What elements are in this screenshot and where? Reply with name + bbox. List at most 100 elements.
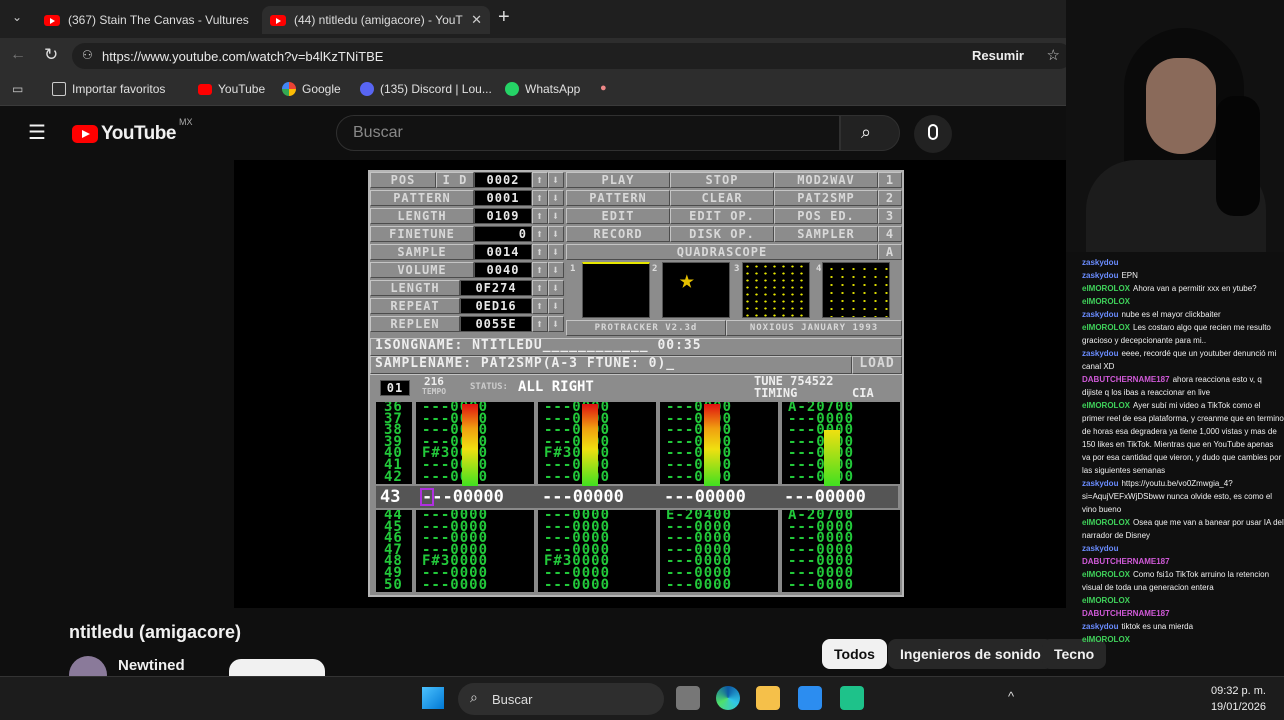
google-icon — [282, 82, 296, 96]
address-input[interactable]: ⚇ https://www.youtube.com/watch?v=b4lKzT… — [72, 43, 1072, 69]
youtube-logo[interactable]: YouTube MX — [72, 117, 192, 145]
pos-ed-button[interactable]: POS ED. — [774, 208, 878, 224]
arrow-up-repeat[interactable]: ⬆ — [532, 298, 548, 314]
clear-button[interactable]: CLEAR — [670, 190, 774, 206]
value-pattern[interactable]: 0001 — [474, 190, 532, 206]
bookmark-google[interactable]: Google — [282, 82, 341, 96]
value-pos[interactable]: 0002 — [474, 172, 532, 188]
menu-key-2[interactable]: 2 — [878, 190, 902, 206]
chat-message: zaskydou https://youtu.be/vo0Zmwgia_4?si=… — [1082, 477, 1284, 516]
arrow-up-sample-length[interactable]: ⬆ — [532, 280, 548, 296]
chip-todos[interactable]: Todos — [822, 639, 887, 669]
arrow-down-pos[interactable]: ⬇ — [548, 172, 564, 188]
value-volume[interactable]: 0040 — [474, 262, 532, 278]
bookmark-discord[interactable]: (135) Discord | Lou... — [360, 82, 492, 96]
value-sample[interactable]: 0014 — [474, 244, 532, 260]
sidebar-icon[interactable]: ▭ — [12, 82, 23, 96]
arrow-up-length[interactable]: ⬆ — [532, 208, 548, 224]
close-tab-icon[interactable]: ✕ — [471, 12, 482, 28]
browser-tab-2[interactable]: (44) ntitledu (amigacore) - YouTub ✕ — [262, 6, 490, 34]
label-finetune: FINETUNE — [370, 226, 474, 242]
chat-username: zaskydou — [1082, 479, 1119, 488]
arrow-down-sample-length[interactable]: ⬇ — [548, 280, 564, 296]
search-input[interactable]: Buscar — [336, 115, 840, 151]
microsoft-store-icon[interactable] — [798, 686, 822, 710]
quadrascope-button[interactable]: QUADRASCOPE — [566, 244, 878, 260]
disk-op-button[interactable]: DISK OP. — [670, 226, 774, 242]
arrow-up-pattern[interactable]: ⬆ — [532, 190, 548, 206]
edge-browser-icon[interactable] — [716, 686, 740, 710]
browser-tab-1[interactable]: (367) Stain The Canvas - Vultures ( — [36, 6, 260, 34]
system-clock[interactable]: 09:32 p. m. 19/01/2026 — [1211, 683, 1266, 715]
status-label: STATUS: — [470, 382, 508, 392]
hamburger-menu-icon[interactable]: ☰ — [28, 120, 46, 145]
bookmark-extra-icon[interactable]: ● — [600, 82, 607, 94]
new-tab-button[interactable]: + — [498, 6, 510, 29]
file-explorer-icon[interactable] — [756, 686, 780, 710]
tempo-label: TEMPO — [422, 387, 447, 396]
youtube-favicon-icon — [44, 14, 60, 26]
chat-message: elMOROLOX — [1082, 633, 1284, 646]
site-info-icon[interactable]: ⚇ — [82, 48, 93, 62]
arrow-up-finetune[interactable]: ⬆ — [532, 226, 548, 242]
edit-op-button[interactable]: EDIT OP. — [670, 208, 774, 224]
mod2wav-button[interactable]: MOD2WAV — [774, 172, 878, 188]
chat-message: DABUTCHERNAME187 — [1082, 555, 1284, 568]
pattern-button[interactable]: PATTERN — [566, 190, 670, 206]
arrow-down-volume[interactable]: ⬇ — [548, 262, 564, 278]
record-button[interactable]: RECORD — [566, 226, 670, 242]
taskbar-search-input[interactable]: ⌕ Buscar — [458, 683, 664, 715]
arrow-up-replen[interactable]: ⬆ — [532, 316, 548, 332]
value-length[interactable]: 0109 — [474, 208, 532, 224]
channel-name[interactable]: Newtined — [118, 657, 185, 674]
task-view-icon[interactable] — [676, 686, 700, 710]
start-menu-icon[interactable] — [422, 687, 444, 709]
arrow-up-volume[interactable]: ⬆ — [532, 262, 548, 278]
reload-icon[interactable]: ↻ — [44, 45, 58, 65]
arrow-down-finetune[interactable]: ⬇ — [548, 226, 564, 242]
summarize-button[interactable]: Resumir — [972, 48, 1024, 63]
sampler-button[interactable]: SAMPLER — [774, 226, 878, 242]
value-repeat[interactable]: 0ED16 — [460, 298, 532, 314]
menu-key-1[interactable]: 1 — [878, 172, 902, 188]
channel-1-current: ---00000 — [422, 487, 504, 507]
chat-text: Ayer subí mi video a TikTok como el prim… — [1082, 401, 1284, 475]
tab-list-chevron-icon[interactable]: ⌄ — [12, 10, 22, 24]
stop-button[interactable]: STOP — [670, 172, 774, 188]
value-sample-length[interactable]: 0F274 — [460, 280, 532, 296]
value-finetune[interactable]: 0 — [474, 226, 532, 242]
arrow-down-pattern[interactable]: ⬇ — [548, 190, 564, 206]
menu-key-4[interactable]: 4 — [878, 226, 902, 242]
search-button[interactable]: ⌕ — [840, 115, 900, 151]
back-arrow-icon[interactable]: ← — [10, 46, 26, 64]
arrow-down-sample[interactable]: ⬇ — [548, 244, 564, 260]
app-icon[interactable] — [840, 686, 864, 710]
bookmark-youtube[interactable]: YouTube — [198, 82, 265, 96]
channel-1-bottom: ---0000 ---0000 ---0000 ---0000 F#30000 … — [416, 510, 534, 592]
voice-search-button[interactable] — [914, 115, 952, 153]
chip-ingenieros-de-sonido[interactable]: Ingenieros de sonido — [888, 639, 1053, 669]
search-placeholder: Buscar — [353, 124, 403, 141]
arrow-down-length[interactable]: ⬇ — [548, 208, 564, 224]
arrow-up-sample[interactable]: ⬆ — [532, 244, 548, 260]
menu-key-3[interactable]: 3 — [878, 208, 902, 224]
value-replen[interactable]: 0055E — [460, 316, 532, 332]
tab-title: (367) Stain The Canvas - Vultures ( — [68, 13, 252, 27]
bookmark-import[interactable]: Importar favoritos — [52, 82, 165, 96]
quadrascope-key[interactable]: A — [878, 244, 902, 260]
chat-username: DABUTCHERNAME187 — [1082, 609, 1170, 618]
samplename-row[interactable]: SAMPLENAME: PAT2SMP(A-3 FTUNE: 0)_ — [370, 356, 852, 374]
chat-message: elMOROLOX Osea que me van a banear por us… — [1082, 516, 1284, 542]
arrow-up-pos[interactable]: ⬆ — [532, 172, 548, 188]
play-button[interactable]: PLAY — [566, 172, 670, 188]
bookmark-label: YouTube — [218, 82, 266, 96]
edit-button[interactable]: EDIT — [566, 208, 670, 224]
pat2smp-button[interactable]: PAT2SMP — [774, 190, 878, 206]
arrow-down-replen[interactable]: ⬇ — [548, 316, 564, 332]
arrow-down-repeat[interactable]: ⬇ — [548, 298, 564, 314]
favorite-star-icon[interactable]: ☆ — [1047, 46, 1060, 64]
songname-row[interactable]: 1SONGNAME: NTITLEDU____________ 00:35 — [370, 338, 902, 356]
tray-chevron-icon[interactable]: ^ — [1008, 689, 1014, 704]
load-button[interactable]: LOAD — [852, 356, 902, 374]
bookmark-whatsapp[interactable]: WhatsApp — [505, 82, 580, 96]
